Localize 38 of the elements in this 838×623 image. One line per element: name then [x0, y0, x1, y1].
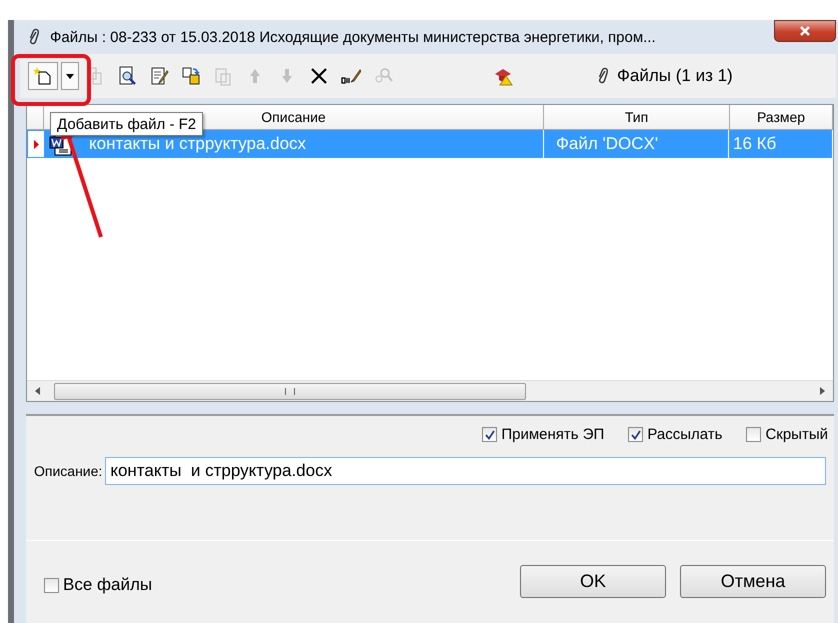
paperclip-icon	[28, 28, 40, 46]
toolbar-button[interactable]	[28, 62, 58, 90]
ok-button[interactable]: OK	[520, 565, 666, 598]
description-field[interactable]: контакты и стрруктура.docx	[105, 457, 826, 485]
paperclip-icon	[597, 67, 609, 85]
dropdown-button[interactable]	[61, 62, 79, 90]
swap-pages-icon	[181, 66, 201, 86]
checkbox-label: Все файлы	[63, 575, 152, 595]
table-cell: Файл 'DOCX'	[544, 130, 729, 158]
checkbox-label: Рассылать	[647, 426, 722, 443]
caret-icon	[66, 74, 74, 78]
close-button[interactable]	[774, 20, 836, 42]
close-icon	[309, 66, 329, 86]
row-pointer-icon	[34, 140, 38, 148]
scroll-right-icon[interactable]	[820, 387, 825, 395]
checkbox[interactable]	[746, 427, 762, 442]
column-header[interactable]: Тип	[544, 105, 730, 129]
warning-hat-icon	[493, 66, 513, 86]
magnifier-page-icon	[117, 66, 137, 86]
table-cell: контакты и стрруктура.docx	[89, 134, 306, 154]
notepad-pencil-icon	[149, 66, 169, 86]
new-file-icon	[33, 66, 53, 86]
checkbox[interactable]	[44, 578, 59, 592]
scroll-left-icon[interactable]	[35, 387, 40, 395]
cancel-button[interactable]: Отмена	[680, 565, 826, 598]
checkbox-label: Применять ЭП	[501, 426, 604, 443]
close-icon	[799, 25, 811, 37]
checkbox[interactable]	[628, 427, 644, 442]
horizontal-scrollbar[interactable]	[27, 380, 833, 401]
checkbox-label: Скрытый	[765, 426, 828, 443]
clipboard-icon	[213, 66, 233, 86]
checkbox[interactable]	[482, 427, 498, 442]
tooltip: Добавить файл - F2	[50, 112, 204, 136]
field-label: Описание:	[34, 463, 102, 479]
table-cell: 16 Кб	[729, 130, 833, 158]
window-title: Файлы : 08-233 от 15.03.2018 Исходящие документы министерства энергетики, пром...	[50, 28, 656, 46]
column-header[interactable]: Размер	[730, 105, 833, 129]
files-counter: Файлы (1 из 1)	[617, 66, 733, 86]
